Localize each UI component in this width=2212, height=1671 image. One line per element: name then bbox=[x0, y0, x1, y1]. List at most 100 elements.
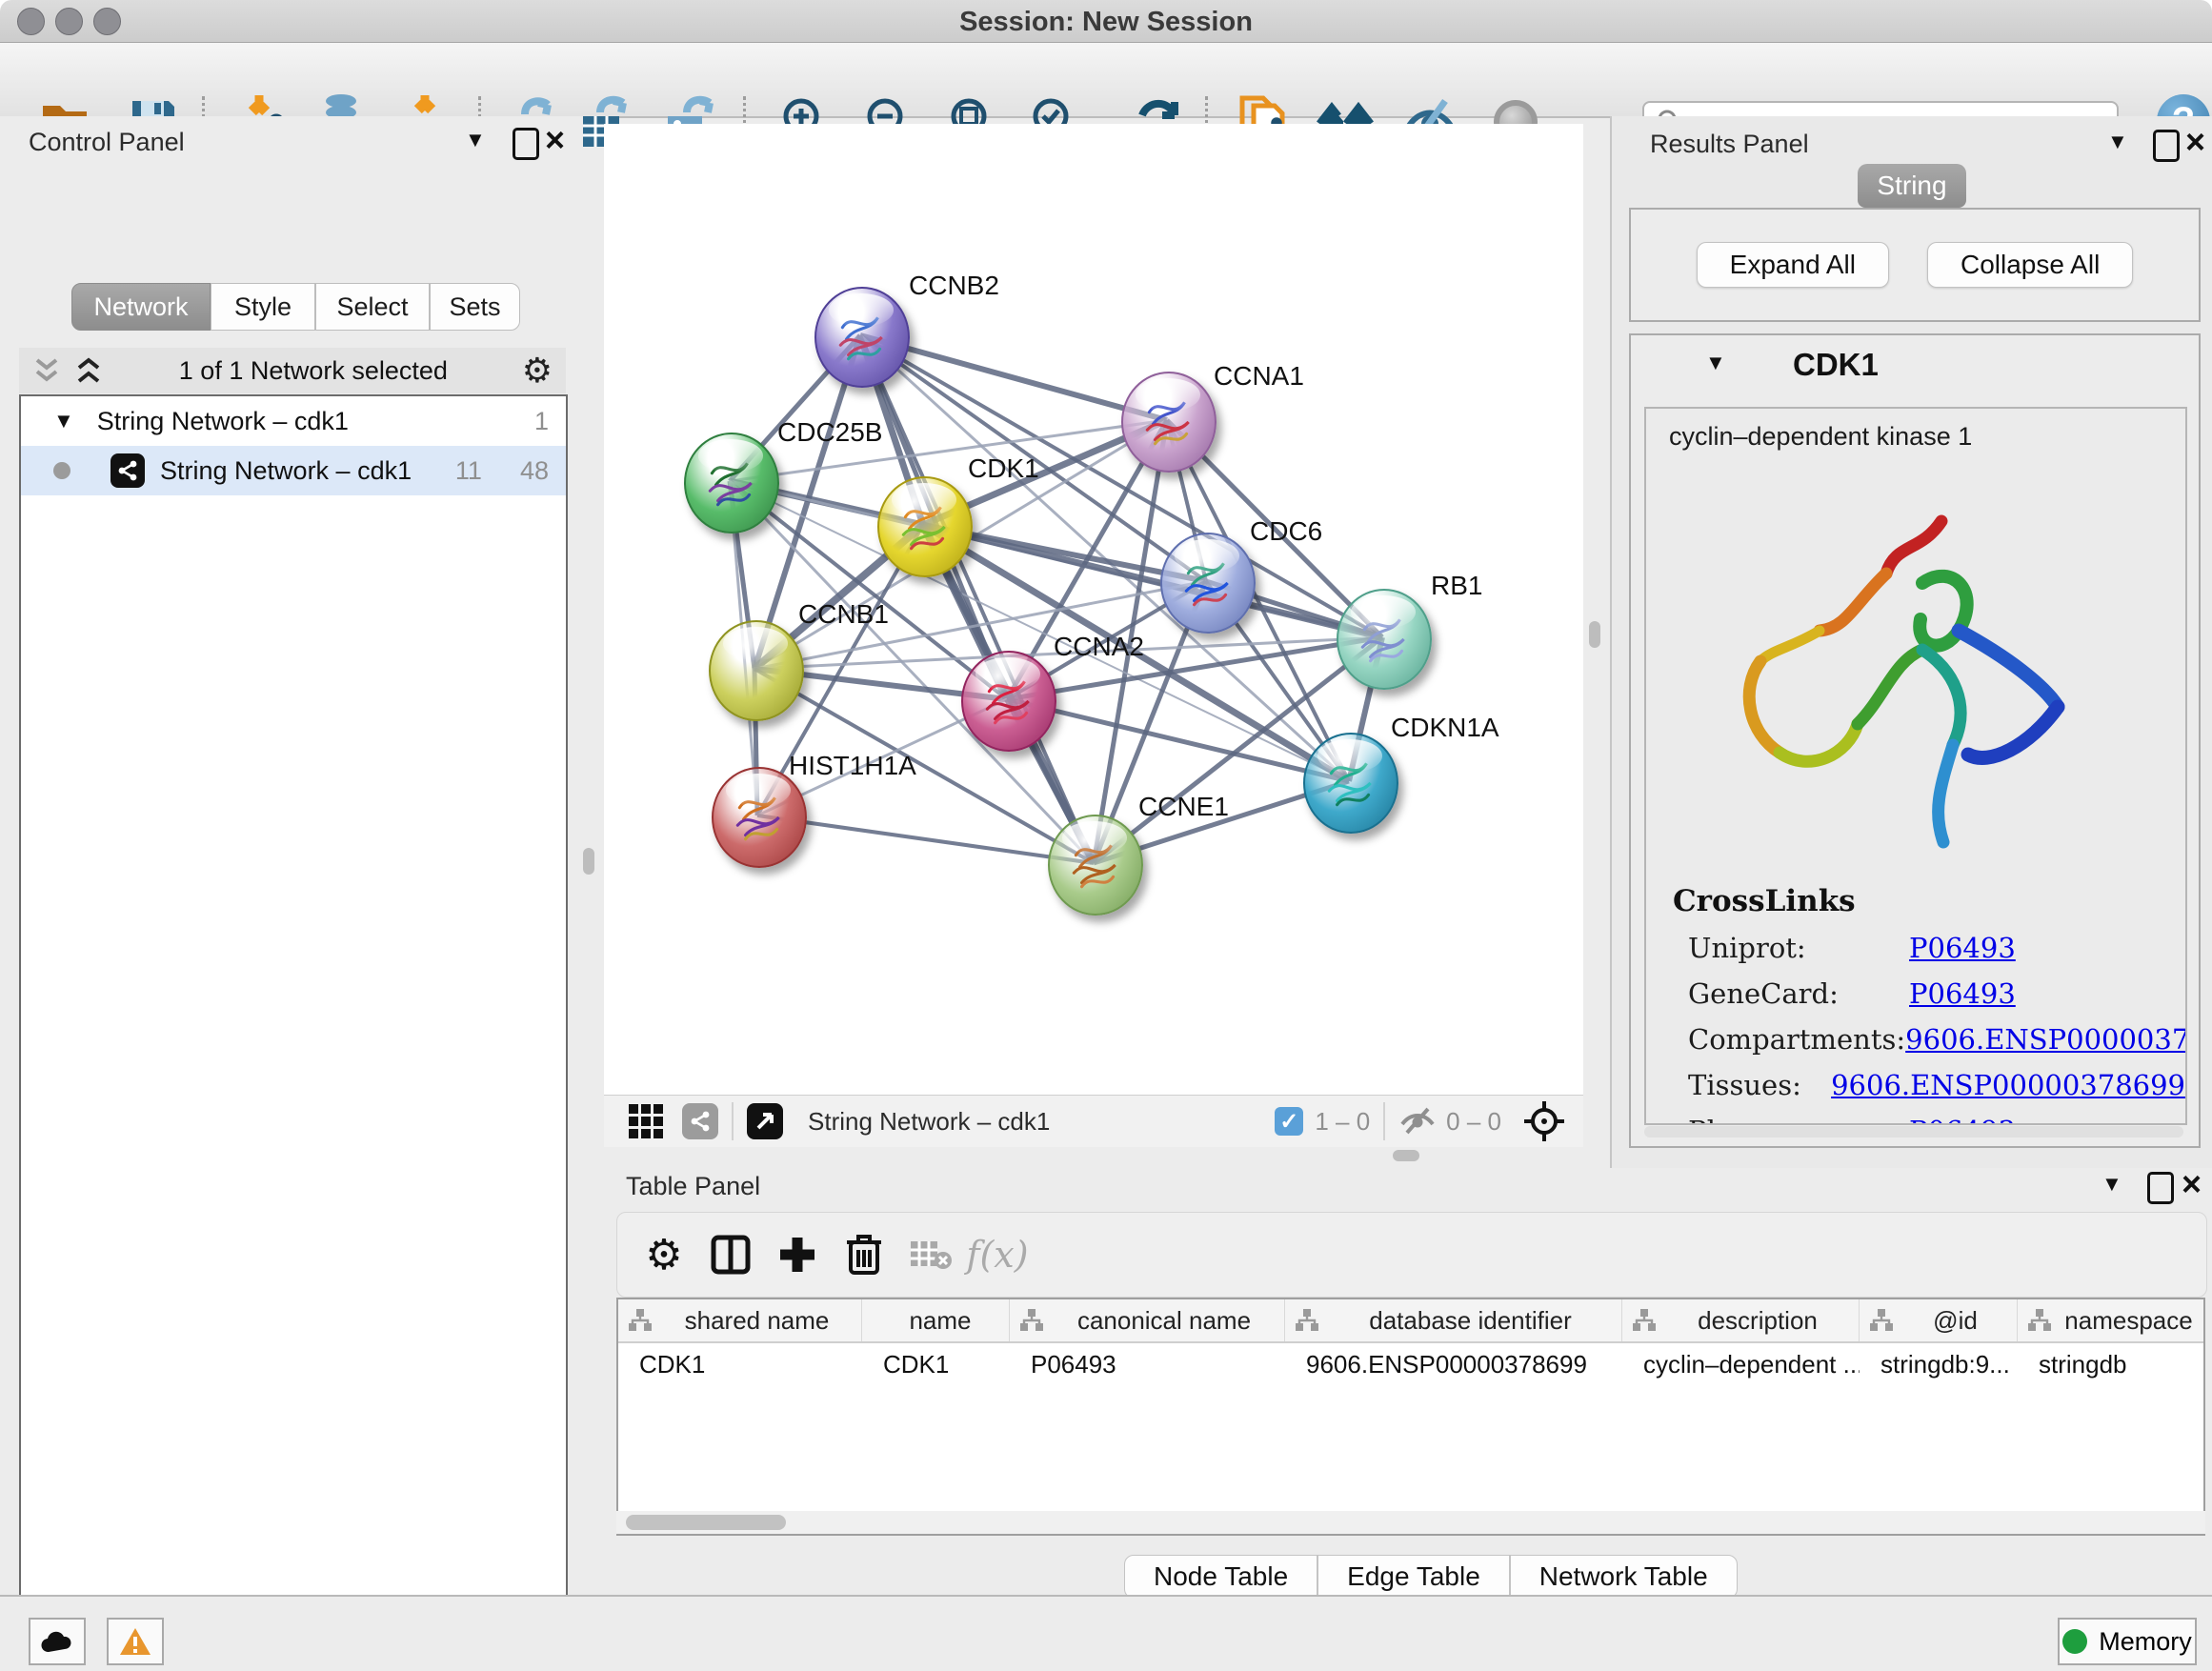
delete-column-trash-icon[interactable] bbox=[831, 1221, 897, 1288]
show-columns-icon[interactable] bbox=[697, 1221, 764, 1288]
create-column-plus-icon[interactable] bbox=[764, 1221, 831, 1288]
crosslink-label: GeneCard: bbox=[1688, 977, 1909, 1010]
network-node-hist1h1a[interactable] bbox=[712, 767, 807, 868]
results-panel-collapse-icon[interactable]: ▼ bbox=[2107, 130, 2128, 154]
tab-style[interactable]: Style bbox=[211, 283, 315, 331]
memory-button[interactable]: Memory bbox=[2058, 1618, 2197, 1665]
tab-edge-table[interactable]: Edge Table bbox=[1317, 1555, 1510, 1599]
node-label-cdc25b: CDC25B bbox=[777, 417, 882, 448]
tree-collapse-icon[interactable]: ▼ bbox=[53, 409, 74, 433]
results-panel-close-icon[interactable]: × bbox=[2185, 130, 2205, 154]
crosslinks-title: CrossLinks bbox=[1673, 884, 2185, 918]
network-selection-bar: 1 of 1 Network selected ⚙ bbox=[19, 348, 566, 393]
delete-table-icon[interactable] bbox=[897, 1221, 964, 1288]
crosslink-pharos-link[interactable]: P06493 bbox=[1909, 1115, 2016, 1125]
column-header[interactable]: namespace bbox=[2018, 1299, 2205, 1341]
table-panel-collapse-icon[interactable]: ▼ bbox=[2101, 1172, 2122, 1197]
tab-sets[interactable]: Sets bbox=[430, 283, 520, 331]
network-node-cdk1[interactable] bbox=[877, 476, 973, 577]
results-tab-string[interactable]: String bbox=[1858, 164, 1966, 208]
table-toolbar: ⚙ f(x) bbox=[616, 1212, 2207, 1298]
network-node-cdc25b[interactable] bbox=[684, 433, 779, 534]
node-label-ccna1: CCNA1 bbox=[1214, 361, 1304, 392]
network-tree-root-row[interactable]: ▼ String Network – cdk1 1 bbox=[21, 396, 566, 446]
table-settings-gear-icon[interactable]: ⚙ bbox=[631, 1221, 697, 1288]
node-label-rb1: RB1 bbox=[1431, 571, 1482, 601]
results-buttons-box: Expand All Collapse All bbox=[1629, 208, 2201, 322]
network-node-ccnb1[interactable] bbox=[709, 620, 804, 721]
gene-collapse-icon[interactable]: ▼ bbox=[1705, 351, 1726, 375]
column-header[interactable]: description bbox=[1622, 1299, 1860, 1341]
column-header[interactable]: database identifier bbox=[1285, 1299, 1622, 1341]
network-node-cdc6[interactable] bbox=[1160, 533, 1256, 634]
node-table: shared name name canonical name database… bbox=[616, 1298, 2205, 1536]
crosslink-compartments-link[interactable]: 9606.ENSP00000378699 bbox=[1905, 1023, 2187, 1056]
selected-checkbox-icon[interactable]: ✓ bbox=[1275, 1107, 1303, 1136]
network-options-gear-icon[interactable]: ⚙ bbox=[522, 351, 553, 391]
table-tabs: Node Table Edge Table Network Table bbox=[1124, 1555, 1738, 1599]
table-panel-close-icon[interactable]: × bbox=[2182, 1172, 2202, 1197]
node-label-cdkn1a: CDKN1A bbox=[1391, 713, 1499, 743]
results-scrollbar[interactable] bbox=[1644, 1126, 2183, 1137]
collapse-all-icon[interactable] bbox=[30, 356, 63, 385]
results-panel-float-icon[interactable] bbox=[2153, 130, 2180, 162]
warning-icon bbox=[119, 1627, 151, 1656]
column-header[interactable]: name bbox=[862, 1299, 1010, 1341]
column-header[interactable]: @id bbox=[1860, 1299, 2018, 1341]
table-row[interactable]: CDK1 CDK1 P06493 9606.ENSP00000378699 cy… bbox=[618, 1343, 2203, 1385]
crosslink-tissues-link[interactable]: 9606.ENSP00000378699 bbox=[1831, 1069, 2185, 1101]
function-builder-icon[interactable]: f(x) bbox=[964, 1221, 1031, 1288]
table-panel: Table Panel ▼ × ⚙ f(x) shared name name bbox=[604, 1168, 2212, 1595]
crosslink-row: Tissues: 9606.ENSP00000378699 bbox=[1688, 1069, 2185, 1101]
network-node-ccna2[interactable] bbox=[961, 651, 1056, 752]
crosslink-genecard-link[interactable]: P06493 bbox=[1909, 977, 2016, 1010]
edge-count: 48 bbox=[520, 456, 549, 486]
network-label: String Network – cdk1 bbox=[160, 456, 455, 486]
birdseye-view-icon[interactable] bbox=[747, 1103, 783, 1139]
status-bar: Memory bbox=[0, 1595, 2212, 1671]
reset-view-crosshair-icon[interactable] bbox=[1522, 1099, 1566, 1143]
gene-detail-box: cyclin–dependent kinase 1 CrossLinks bbox=[1644, 407, 2187, 1125]
gene-description: cyclin–dependent kinase 1 bbox=[1669, 422, 2185, 452]
control-panel-float-icon[interactable] bbox=[513, 128, 539, 160]
crosslink-uniprot-link[interactable]: P06493 bbox=[1909, 932, 2016, 964]
network-node-ccnb2[interactable] bbox=[814, 287, 910, 388]
expand-all-icon[interactable] bbox=[72, 356, 105, 385]
horizontal-splitter-handle[interactable] bbox=[1393, 1150, 1419, 1161]
network-node-ccna1[interactable] bbox=[1121, 372, 1217, 473]
network-status-dot bbox=[53, 462, 70, 479]
table-panel-float-icon[interactable] bbox=[2147, 1172, 2174, 1204]
grid-view-icon[interactable] bbox=[629, 1104, 663, 1138]
crosslink-label: Tissues: bbox=[1688, 1069, 1831, 1101]
control-panel-collapse-icon[interactable]: ▼ bbox=[465, 128, 486, 152]
crosslink-row: Uniprot: P06493 bbox=[1688, 932, 2185, 964]
network-tree-child-row[interactable]: String Network – cdk1 11 48 bbox=[21, 446, 566, 495]
footer-separator bbox=[732, 1102, 734, 1140]
network-node-rb1[interactable] bbox=[1337, 589, 1432, 690]
collapse-all-button[interactable]: Collapse All bbox=[1927, 242, 2133, 288]
table-horizontal-scrollbar[interactable] bbox=[616, 1511, 2205, 1534]
tab-network-table[interactable]: Network Table bbox=[1510, 1555, 1738, 1599]
tab-select[interactable]: Select bbox=[315, 283, 430, 331]
protein-structure-image bbox=[1684, 469, 2103, 869]
cytoscape-window: Session: New Session bbox=[0, 0, 2212, 1671]
control-panel-close-icon[interactable]: × bbox=[545, 128, 565, 152]
network-share-icon[interactable] bbox=[682, 1103, 718, 1139]
crosslink-row: Compartments: 9606.ENSP00000378699 bbox=[1688, 1023, 2185, 1056]
vertical-splitter-handle[interactable] bbox=[1589, 621, 1600, 648]
network-selected-status: 1 of 1 Network selected bbox=[105, 356, 522, 386]
tab-node-table[interactable]: Node Table bbox=[1124, 1555, 1317, 1599]
column-header[interactable]: canonical name bbox=[1010, 1299, 1285, 1341]
warning-status-button[interactable] bbox=[107, 1618, 164, 1665]
tab-network[interactable]: Network bbox=[71, 283, 211, 331]
expand-all-button[interactable]: Expand All bbox=[1697, 242, 1889, 288]
control-panel-title: Control Panel bbox=[29, 128, 185, 157]
gene-section-box: ▼ CDK1 cyclin–dependent kinase 1 bbox=[1629, 333, 2201, 1148]
network-node-cdkn1a[interactable] bbox=[1303, 733, 1398, 834]
vertical-splitter-handle[interactable] bbox=[583, 848, 594, 875]
cloud-status-button[interactable] bbox=[29, 1618, 86, 1665]
column-header[interactable]: shared name bbox=[618, 1299, 862, 1341]
network-canvas[interactable]: CCNB2CCNA1CDC25BCDK1CDC6RB1CCNB1CCNA2CDK… bbox=[604, 124, 1583, 1095]
network-node-ccne1[interactable] bbox=[1048, 815, 1143, 916]
main-toolbar: ? bbox=[0, 43, 2212, 118]
